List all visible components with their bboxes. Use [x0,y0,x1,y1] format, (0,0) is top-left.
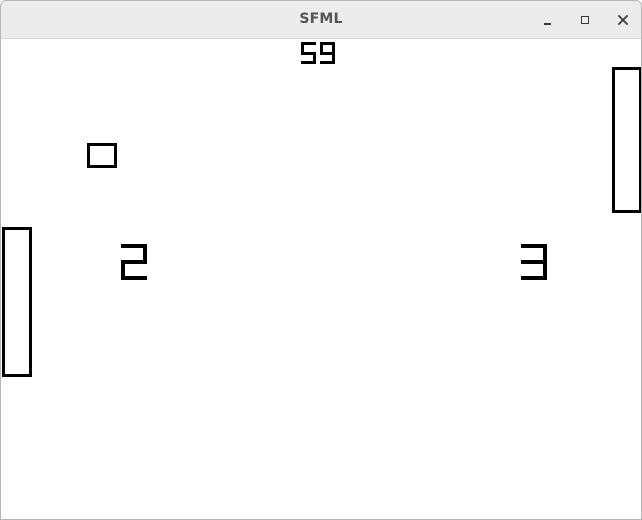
title-bar[interactable]: SFML [1,1,641,39]
digit-segment [521,276,547,280]
close-button[interactable] [612,9,634,31]
digit-segment [121,276,147,280]
digit-glyph [521,244,547,280]
digit-glyph [320,42,335,64]
digit-segment [301,61,316,64]
close-icon [618,15,628,25]
timer-display [301,42,335,64]
minimize-button[interactable] [536,9,558,31]
left-player-score [121,244,147,280]
right-paddle [612,67,641,213]
left-paddle [2,227,32,377]
maximize-icon [581,16,589,24]
digit-segment [320,61,335,64]
digit-glyph [121,244,147,280]
minimize-icon [543,23,551,25]
right-player-score [521,244,547,280]
ball [87,143,117,168]
digit-segment [320,52,335,55]
maximize-button[interactable] [574,9,596,31]
game-canvas[interactable] [1,39,641,519]
app-window: SFML [0,0,642,520]
digit-glyph [301,42,316,64]
